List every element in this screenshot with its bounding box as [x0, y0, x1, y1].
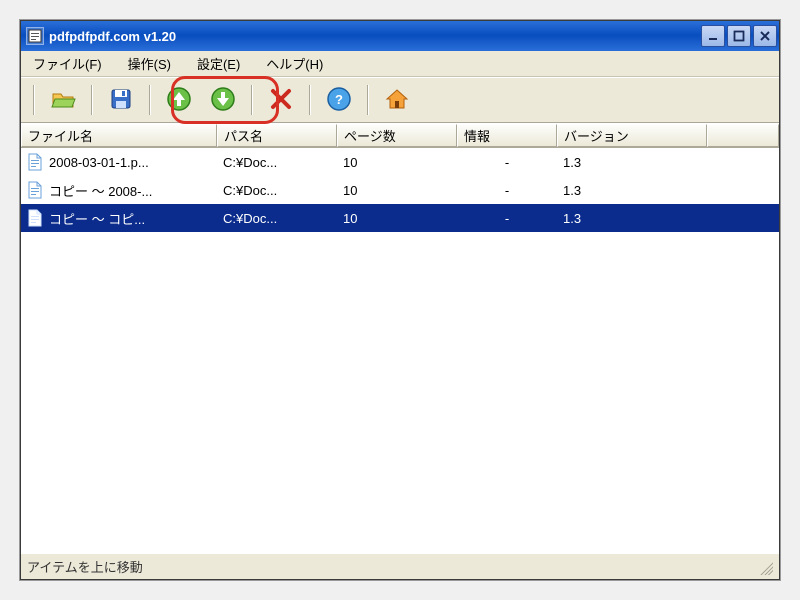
cell-filename: コピー ～ コピ... — [49, 209, 145, 228]
column-header-spacer — [707, 124, 779, 147]
toolbar-separator — [91, 85, 93, 115]
table-row[interactable]: コピー ～ コピ... C:¥Doc... 10 - 1.3 — [21, 204, 779, 232]
table-row[interactable]: コピー ～ 2008-... C:¥Doc... 10 - 1.3 — [21, 176, 779, 204]
column-header-version[interactable]: バージョン — [557, 124, 707, 147]
maximize-button[interactable] — [727, 25, 751, 47]
move-down-button[interactable] — [203, 82, 243, 118]
arrow-up-icon — [166, 86, 192, 115]
cell-info: - — [457, 211, 557, 226]
column-header-info[interactable]: 情報 — [457, 124, 557, 147]
delete-icon — [268, 86, 294, 115]
table-row[interactable]: 2008-03-01-1.p... C:¥Doc... 10 - 1.3 — [21, 148, 779, 176]
menu-file[interactable]: ファイル(F) — [27, 52, 108, 75]
folder-open-icon — [50, 86, 76, 115]
app-window: pdfpdfpdf.com v1.20 ファイル(F) 操作(S) 設定(E) … — [20, 20, 780, 580]
help-button[interactable]: ? — [319, 82, 359, 118]
toolbar-separator — [33, 85, 35, 115]
cell-pages: 10 — [337, 211, 457, 226]
save-button[interactable] — [101, 82, 141, 118]
minimize-button[interactable] — [701, 25, 725, 47]
cell-info: - — [457, 155, 557, 170]
cell-pages: 10 — [337, 155, 457, 170]
column-header-path[interactable]: パス名 — [217, 124, 337, 147]
document-icon — [27, 181, 43, 199]
statusbar: アイテムを上に移動 — [21, 553, 779, 579]
column-header-filename[interactable]: ファイル名 — [21, 124, 217, 147]
save-icon — [108, 86, 134, 115]
toolbar: ? — [21, 77, 779, 123]
cell-filename: コピー ～ 2008-... — [49, 181, 152, 200]
column-header-row: ファイル名 パス名 ページ数 情報 バージョン — [21, 123, 779, 147]
cell-path: C:¥Doc... — [217, 155, 337, 170]
toolbar-separator — [149, 85, 151, 115]
delete-button[interactable] — [261, 82, 301, 118]
open-button[interactable] — [43, 82, 83, 118]
toolbar-separator — [309, 85, 311, 115]
home-icon — [384, 86, 410, 115]
window-title: pdfpdfpdf.com v1.20 — [49, 29, 701, 44]
home-button[interactable] — [377, 82, 417, 118]
cell-filename: 2008-03-01-1.p... — [49, 155, 149, 170]
menu-settings[interactable]: 設定(E) — [191, 52, 246, 75]
cell-path: C:¥Doc... — [217, 183, 337, 198]
toolbar-separator — [251, 85, 253, 115]
titlebar: pdfpdfpdf.com v1.20 — [21, 21, 779, 51]
move-up-button[interactable] — [159, 82, 199, 118]
menubar: ファイル(F) 操作(S) 設定(E) ヘルプ(H) — [21, 51, 779, 77]
cell-pages: 10 — [337, 183, 457, 198]
toolbar-separator — [367, 85, 369, 115]
cell-path: C:¥Doc... — [217, 211, 337, 226]
status-text: アイテムを上に移動 — [27, 557, 143, 576]
help-icon: ? — [326, 86, 352, 115]
resize-grip[interactable] — [757, 559, 773, 575]
svg-text:?: ? — [335, 92, 343, 107]
arrow-down-icon — [210, 86, 236, 115]
close-button[interactable] — [753, 25, 777, 47]
menu-action[interactable]: 操作(S) — [122, 52, 177, 75]
cell-info: - — [457, 183, 557, 198]
file-list[interactable]: 2008-03-01-1.p... C:¥Doc... 10 - 1.3 コピー… — [21, 147, 779, 553]
menu-help[interactable]: ヘルプ(H) — [260, 52, 329, 75]
document-icon — [27, 153, 43, 171]
column-header-pages[interactable]: ページ数 — [337, 124, 457, 147]
cell-version: 1.3 — [557, 211, 707, 226]
cell-version: 1.3 — [557, 183, 707, 198]
app-icon — [26, 27, 44, 45]
document-icon — [27, 209, 43, 227]
cell-version: 1.3 — [557, 155, 707, 170]
